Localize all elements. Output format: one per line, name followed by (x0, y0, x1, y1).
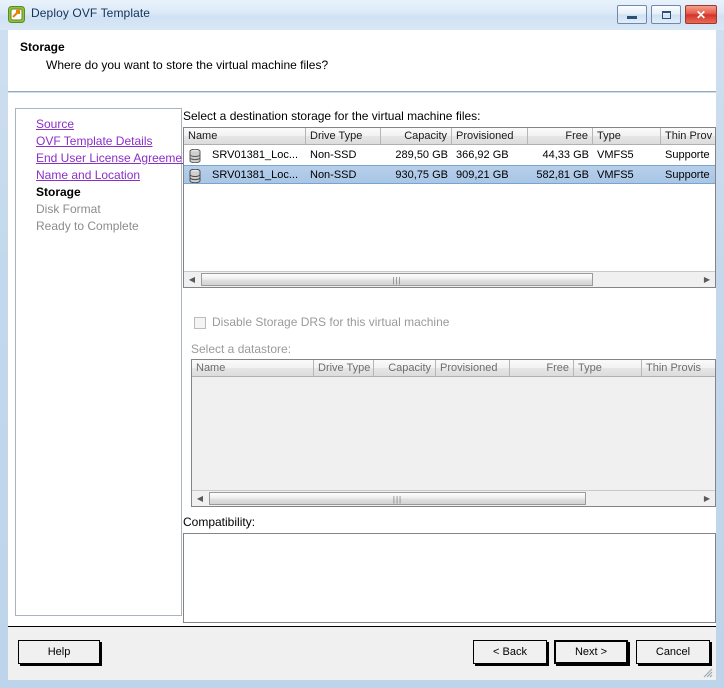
cell-free: 44,33 GB (528, 146, 593, 165)
deploy-ovf-window: Deploy OVF Template ✕ Storage Where do y… (0, 0, 724, 688)
back-button[interactable]: < Back (473, 640, 547, 664)
window-title: Deploy OVF Template (31, 6, 150, 20)
wizard-body: Source OVF Template Details End User Lic… (8, 93, 716, 626)
sidebar-item-ready: Ready to Complete (36, 219, 139, 233)
compatibility-label: Compatibility: (183, 515, 255, 529)
scroll-left-icon[interactable]: ◀ (184, 272, 200, 287)
storage-table-hscrollbar[interactable]: ◀ ||| ▶ (184, 271, 715, 287)
sidebar-item-disk-format: Disk Format (36, 202, 101, 216)
col-capacity[interactable]: Capacity (381, 128, 452, 144)
col-drive-type[interactable]: Drive Type (306, 128, 381, 144)
datastore-table-header: Name Drive Type Capacity Provisioned Fre… (192, 360, 715, 377)
sidebar-item-source[interactable]: Source (36, 117, 74, 131)
col-name[interactable]: Name (192, 360, 314, 376)
scroll-thumb[interactable]: ||| (209, 492, 586, 505)
sidebar-item-storage[interactable]: Storage (36, 185, 81, 199)
disable-storage-drs-label: Disable Storage DRS for this virtual mac… (212, 315, 449, 329)
datastore-table[interactable]: Name Drive Type Capacity Provisioned Fre… (191, 359, 716, 507)
scroll-right-icon[interactable]: ▶ (699, 491, 715, 506)
col-type[interactable]: Type (574, 360, 642, 376)
datastore-icon (189, 149, 201, 163)
scroll-grip-icon: ||| (392, 277, 401, 284)
scroll-right-icon[interactable]: ▶ (699, 272, 715, 287)
wizard-steps-sidebar: Source OVF Template Details End User Lic… (15, 108, 182, 616)
resize-grip-icon[interactable] (701, 666, 713, 678)
col-thin-prov[interactable]: Thin Prov (661, 128, 716, 144)
cell-provisioned: 366,92 GB (452, 146, 528, 165)
col-capacity[interactable]: Capacity (374, 360, 436, 376)
close-icon: ✕ (686, 6, 716, 23)
col-free[interactable]: Free (528, 128, 593, 144)
scroll-grip-icon: ||| (393, 496, 402, 503)
cancel-button[interactable]: Cancel (636, 640, 710, 664)
table-row[interactable]: SRV01381_Loc... Non-SSD 289,50 GB 366,92… (184, 146, 715, 165)
cell-thin-prov: Supporte (661, 146, 716, 165)
table-row[interactable]: SRV01381_Loc... Non-SSD 930,75 GB 909,21… (184, 165, 715, 184)
cell-provisioned: 909,21 GB (452, 166, 528, 185)
col-thin-prov[interactable]: Thin Provis (642, 360, 716, 376)
cell-type: VMFS5 (593, 146, 661, 165)
wizard-header: Storage Where do you want to store the v… (8, 30, 716, 92)
cell-thin-prov: Supporte (661, 166, 716, 185)
cell-type: VMFS5 (593, 166, 661, 185)
cell-capacity: 930,75 GB (381, 166, 452, 185)
page-title: Storage (20, 40, 65, 54)
col-type[interactable]: Type (593, 128, 661, 144)
compatibility-textbox[interactable] (183, 533, 716, 623)
wizard-footer: Help < Back Next > Cancel (8, 626, 716, 680)
minimize-icon (618, 6, 646, 23)
page-subtitle: Where do you want to store the virtual m… (46, 58, 328, 72)
sidebar-item-name-location[interactable]: Name and Location (36, 168, 140, 182)
cell-drive-type: Non-SSD (306, 146, 381, 165)
col-provisioned[interactable]: Provisioned (436, 360, 510, 376)
cell-capacity: 289,50 GB (381, 146, 452, 165)
storage-table-header: Name Drive Type Capacity Provisioned Fre… (184, 128, 715, 145)
cell-name: SRV01381_Loc... (208, 146, 306, 165)
scroll-thumb[interactable]: ||| (201, 273, 593, 286)
datastore-prompt-label: Select a datastore: (191, 342, 291, 356)
title-bar[interactable]: Deploy OVF Template ✕ (0, 0, 724, 30)
col-drive-type[interactable]: Drive Type (314, 360, 374, 376)
col-provisioned[interactable]: Provisioned (452, 128, 528, 144)
storage-prompt-label: Select a destination storage for the vir… (183, 109, 481, 123)
storage-pane: Select a destination storage for the vir… (183, 108, 716, 626)
cell-name: SRV01381_Loc... (208, 166, 306, 185)
datastore-table-hscrollbar[interactable]: ◀ ||| ▶ (192, 490, 715, 506)
compatibility-text (184, 534, 715, 540)
scroll-left-icon[interactable]: ◀ (192, 491, 208, 506)
sidebar-item-eula[interactable]: End User License Agreement (36, 151, 192, 165)
disable-storage-drs-checkbox[interactable] (194, 317, 206, 329)
close-button[interactable]: ✕ (685, 5, 717, 24)
col-free[interactable]: Free (510, 360, 574, 376)
help-button[interactable]: Help (18, 640, 100, 664)
sidebar-item-ovf-details[interactable]: OVF Template Details (36, 134, 153, 148)
maximize-icon (652, 6, 680, 23)
cell-free: 582,81 GB (528, 166, 593, 185)
maximize-button[interactable] (651, 5, 681, 24)
cell-drive-type: Non-SSD (306, 166, 381, 185)
storage-table[interactable]: Name Drive Type Capacity Provisioned Fre… (183, 127, 716, 288)
deploy-ovf-icon (8, 6, 25, 23)
datastore-icon (189, 169, 201, 183)
minimize-button[interactable] (617, 5, 647, 24)
next-button[interactable]: Next > (554, 640, 628, 664)
col-name[interactable]: Name (184, 128, 306, 144)
